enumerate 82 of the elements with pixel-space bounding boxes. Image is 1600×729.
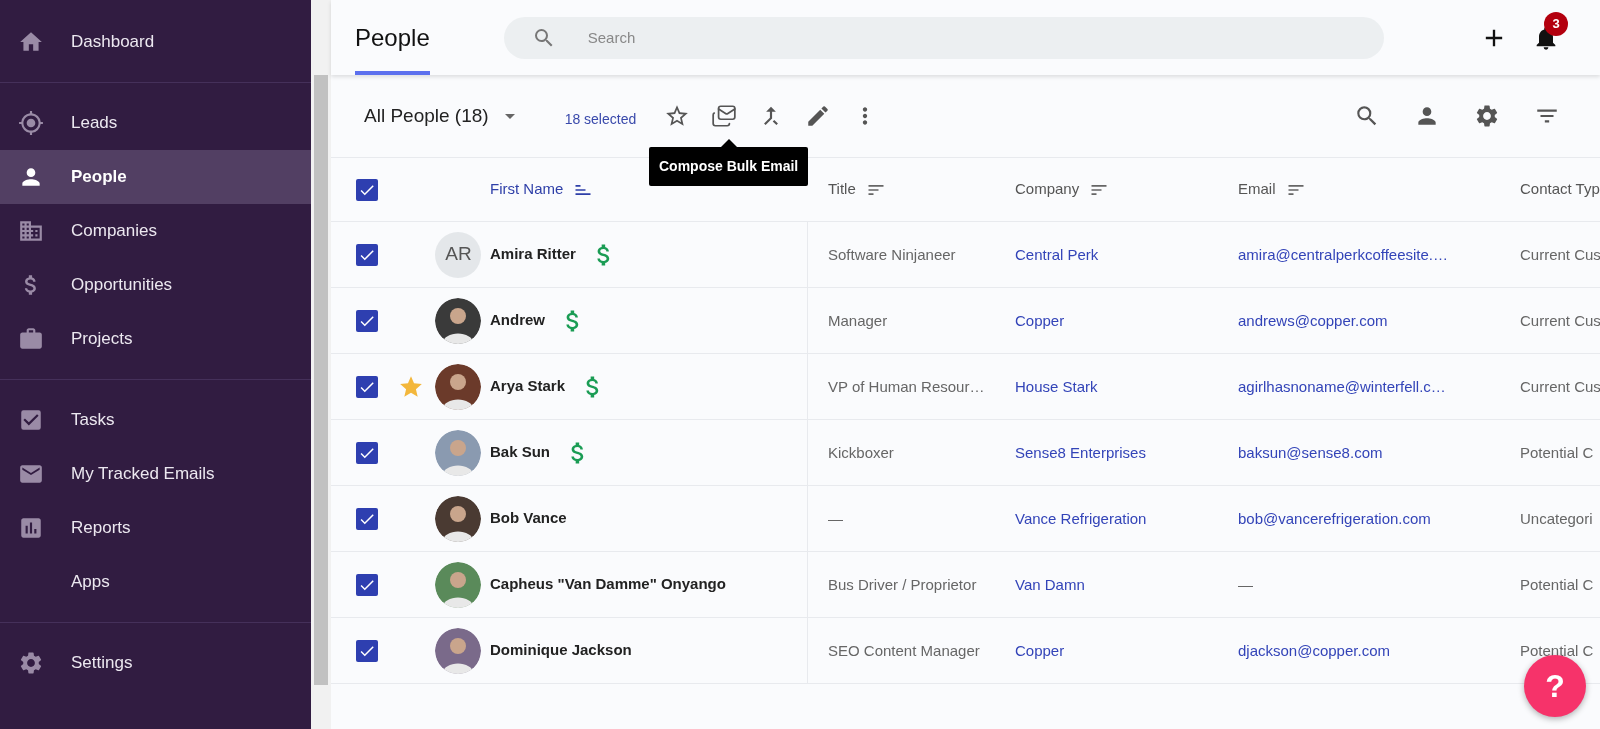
person-name[interactable]: Bak Sun (490, 441, 550, 464)
table-row[interactable]: Bak Sun Kickboxer Sense8 Enterprises baksun@sense8.com Potential C (331, 420, 1600, 486)
table-cell: — (828, 509, 843, 527)
email-link[interactable]: amira@centralperkcoffeesite.… (1238, 245, 1449, 263)
nav-item[interactable]: Reports (0, 501, 311, 555)
nav-item[interactable]: Opportunities (0, 258, 311, 312)
company-link[interactable]: Van Damn (1015, 575, 1085, 593)
table-row[interactable]: Capheus "Van Damme" Onyango Bus Driver / Proprietor Van Damn — Potential C (331, 552, 1600, 618)
column-header[interactable]: Title (828, 178, 886, 201)
avatar: AR (435, 231, 482, 278)
company-link[interactable]: Vance Refrigeration (1015, 509, 1147, 527)
selection-count: 18 selected (564, 109, 637, 129)
table-cell: Current Cus (1520, 311, 1600, 329)
company-link[interactable]: Central Perk (1015, 245, 1099, 263)
page-tab[interactable]: People (355, 0, 430, 75)
crosshair-icon (18, 110, 44, 136)
nav-item[interactable]: My Tracked Emails (0, 447, 311, 501)
nav-item[interactable]: People (0, 150, 311, 204)
settings-icon (18, 650, 44, 676)
person-name[interactable]: Dominique Jackson (490, 639, 632, 662)
email-link[interactable]: agirlhasnoname@winterfell.c… (1238, 377, 1446, 395)
notification-badge: 3 (1544, 11, 1568, 36)
person-name[interactable]: Amira Ritter (490, 243, 576, 266)
checkbox[interactable] (355, 309, 378, 332)
company-link[interactable]: Sense8 Enterprises (1015, 443, 1146, 461)
table-row[interactable]: AR Amira Ritter Software Ninjaneer Central Perk amira@centralperkcoffeesite.… Current Cus (331, 222, 1600, 288)
column-header[interactable]: Company (1015, 178, 1110, 201)
nav-item[interactable]: Apps (0, 555, 311, 609)
table-cell: Current Cus (1520, 245, 1600, 263)
company-link[interactable]: House Stark (1015, 377, 1098, 395)
checkbox[interactable] (355, 573, 378, 596)
checkbox[interactable] (355, 639, 378, 662)
caret-icon[interactable] (504, 113, 515, 119)
table-cell: Software Ninjaneer (828, 245, 956, 263)
email-link[interactable]: djackson@copper.com (1238, 641, 1390, 659)
column-header[interactable]: Contact Typ (1520, 178, 1600, 201)
checkbox[interactable] (355, 243, 378, 266)
person-name[interactable]: Bob Vance (490, 507, 567, 530)
table-cell: Bus Driver / Proprietor (828, 575, 977, 593)
table-cell: SEO Content Manager (828, 641, 980, 659)
mails-icon[interactable] (711, 103, 738, 129)
nav-item[interactable]: Projects (0, 312, 311, 366)
table-cell: Current Cus (1520, 377, 1600, 395)
email-link[interactable]: baksun@sense8.com (1238, 443, 1383, 461)
column-header[interactable]: Email (1238, 178, 1306, 201)
checkbox[interactable] (355, 178, 378, 201)
checkbox[interactable] (355, 507, 378, 530)
settings-icon[interactable] (1474, 103, 1500, 129)
nav-item[interactable]: Tasks (0, 393, 311, 447)
tooltip: Compose Bulk Email (649, 147, 809, 186)
column-header[interactable]: First Name (490, 178, 594, 201)
briefcase-icon (18, 326, 44, 352)
table-cell: Uncategori (1520, 509, 1593, 527)
person-name[interactable]: Capheus "Van Damme" Onyango (490, 573, 726, 596)
bar-chart-icon (18, 515, 44, 541)
person-name[interactable]: Andrew (490, 309, 545, 332)
checkbox[interactable] (355, 441, 378, 464)
nav-item[interactable]: Leads (0, 96, 311, 150)
table-cell: — (1238, 575, 1253, 593)
company-link[interactable]: Copper (1015, 311, 1065, 329)
table-row[interactable]: Bob Vance — Vance Refrigeration bob@vancerefrigeration.com Uncategori (331, 486, 1600, 552)
table-cell: VP of Human Resour… (828, 377, 985, 395)
nav-item[interactable]: Settings (0, 636, 311, 690)
email-link[interactable]: andrews@copper.com (1238, 311, 1388, 329)
nav-item[interactable]: Companies (0, 204, 311, 258)
search-field[interactable]: Search (503, 16, 1384, 59)
nav-item[interactable]: Dashboard (0, 15, 311, 69)
table-row[interactable]: Arya Stark VP of Human Resour… House Stark agirlhasnoname@winterfell.c… Current Cus (331, 354, 1600, 420)
view-selector[interactable]: All People (18) (364, 101, 489, 131)
table-cell: Potential C (1520, 575, 1594, 593)
company-link[interactable]: Copper (1015, 641, 1065, 659)
person-name[interactable]: Arya Stark (490, 375, 566, 398)
building-icon (18, 218, 44, 244)
table-cell: Kickboxer (828, 443, 894, 461)
email-link[interactable]: bob@vancerefrigeration.com (1238, 509, 1431, 527)
table-cell: Potential C (1520, 443, 1594, 461)
checkbox-icon (18, 407, 44, 433)
help-button[interactable]: ? (1524, 655, 1586, 717)
checkbox[interactable] (355, 375, 378, 398)
table-row[interactable]: Andrew Manager Copper andrews@copper.com Current Cus (331, 288, 1600, 354)
scrollbar[interactable] (311, 0, 331, 729)
table-cell: Manager (828, 311, 888, 329)
